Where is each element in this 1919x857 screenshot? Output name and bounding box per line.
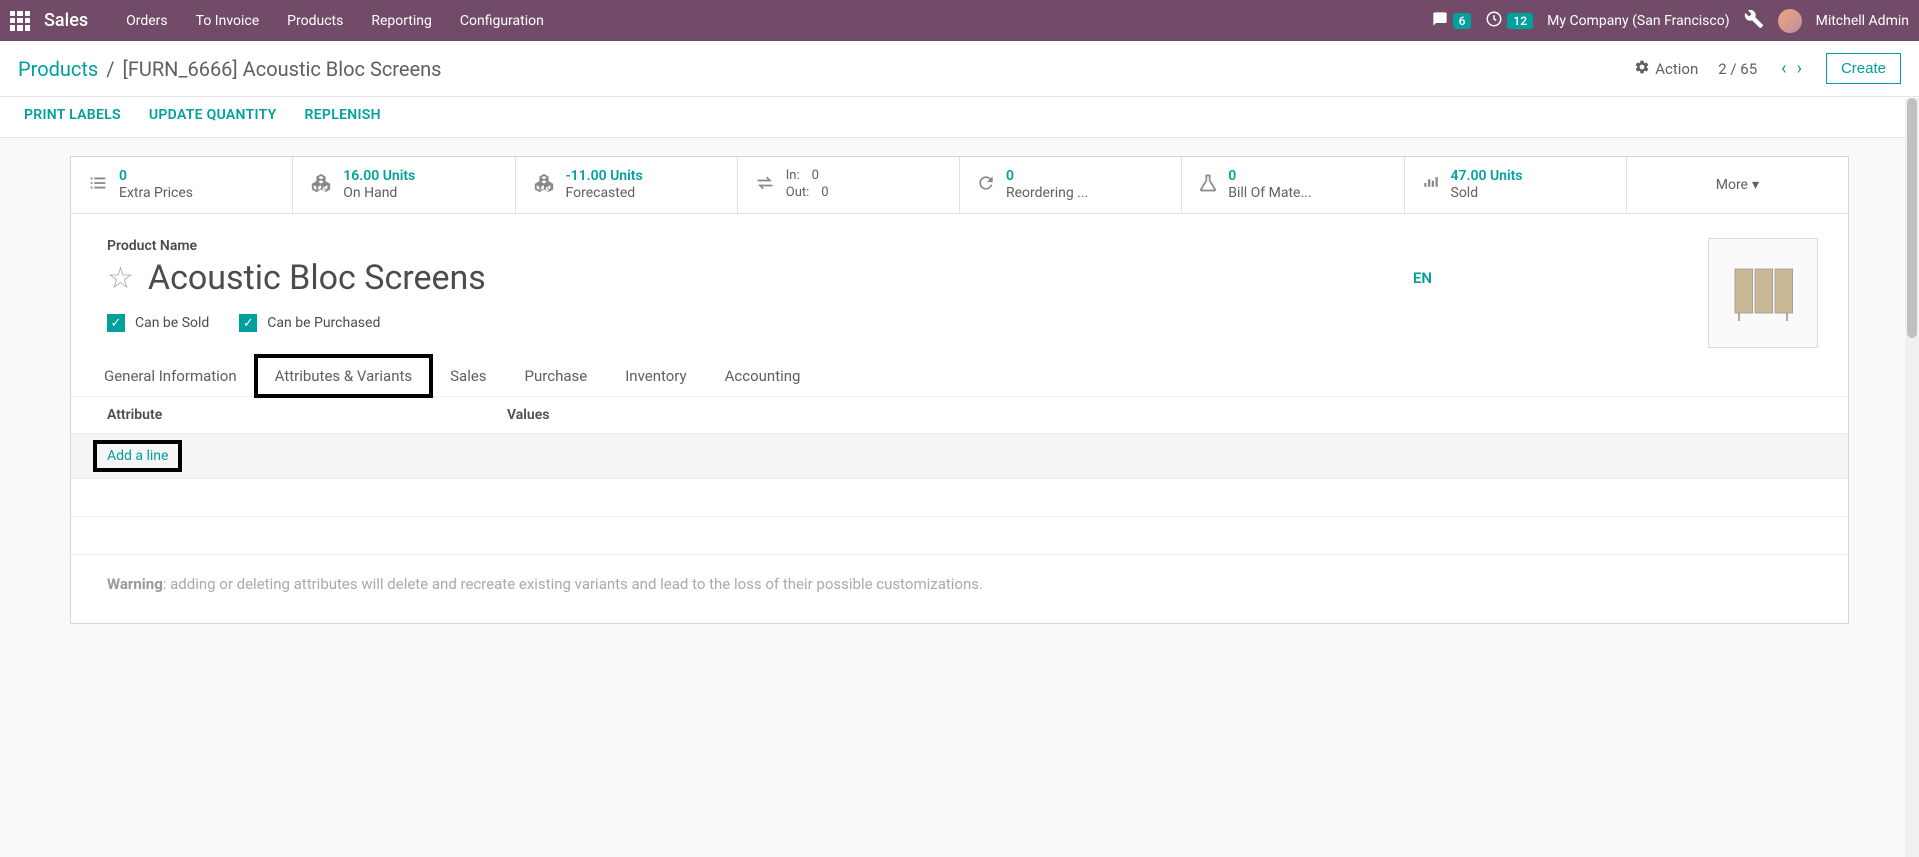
- actions-row: PRINT LABELS UPDATE QUANTITY REPLENISH: [0, 97, 1919, 138]
- variants-table: Attribute Values Add a line: [71, 396, 1848, 555]
- product-image[interactable]: [1708, 238, 1818, 348]
- chart-icon: [1421, 173, 1441, 197]
- product-name[interactable]: Acoustic Bloc Screens: [148, 258, 486, 298]
- tab-purchase[interactable]: Purchase: [506, 356, 607, 396]
- col-values: Values: [507, 407, 549, 423]
- refresh-icon: [976, 173, 996, 198]
- favorite-star[interactable]: ☆: [107, 261, 134, 296]
- cubes-icon: [309, 172, 333, 199]
- col-attribute: Attribute: [107, 407, 507, 423]
- stat-buttons: 0Extra Prices 16.00 UnitsOn Hand -11.00 …: [71, 157, 1848, 214]
- stat-in-out[interactable]: In:0 Out:0: [738, 157, 960, 213]
- tab-inventory[interactable]: Inventory: [606, 356, 705, 396]
- form-sheet: 0Extra Prices 16.00 UnitsOn Hand -11.00 …: [70, 156, 1849, 624]
- tab-attributes-variants[interactable]: Attributes & Variants: [256, 356, 431, 396]
- warning-text: Warning: adding or deleting attributes w…: [71, 555, 1848, 623]
- stat-on-hand[interactable]: 16.00 UnitsOn Hand: [293, 157, 515, 213]
- debug-icon[interactable]: [1744, 9, 1764, 33]
- list-icon: [87, 172, 109, 199]
- flask-icon: [1198, 172, 1218, 199]
- user-avatar[interactable]: [1778, 9, 1802, 33]
- replenish-action[interactable]: REPLENISH: [305, 107, 381, 123]
- can-be-sold-checkbox[interactable]: ✓ Can be Sold: [107, 314, 209, 332]
- action-dropdown[interactable]: Action: [1634, 59, 1698, 79]
- stat-reordering[interactable]: 0Reordering ...: [960, 157, 1182, 213]
- check-icon: ✓: [239, 314, 257, 332]
- app-brand[interactable]: Sales: [44, 10, 88, 31]
- table-row: [71, 517, 1848, 555]
- breadcrumb-root[interactable]: Products: [18, 57, 98, 81]
- tab-accounting[interactable]: Accounting: [706, 356, 820, 396]
- top-navbar: Sales Orders To Invoice Products Reporti…: [0, 0, 1919, 41]
- nav-reporting[interactable]: Reporting: [357, 13, 446, 29]
- check-icon: ✓: [107, 314, 125, 332]
- pager-next[interactable]: ›: [1793, 58, 1806, 79]
- table-row: Add a line: [71, 434, 1848, 479]
- nav-products[interactable]: Products: [273, 13, 357, 29]
- chat-badge: 6: [1453, 13, 1472, 29]
- transfer-icon: [754, 173, 776, 198]
- add-a-line[interactable]: Add a line: [97, 444, 178, 468]
- can-be-purchased-checkbox[interactable]: ✓ Can be Purchased: [239, 314, 380, 332]
- update-quantity-action[interactable]: UPDATE QUANTITY: [149, 107, 277, 123]
- breadcrumb-current: [FURN_6666] Acoustic Bloc Screens: [123, 57, 442, 81]
- scrollbar[interactable]: [1905, 98, 1919, 857]
- stat-sold[interactable]: 47.00 UnitsSold: [1405, 157, 1627, 213]
- breadcrumb: Products / [FURN_6666] Acoustic Bloc Scr…: [18, 57, 441, 81]
- stat-more[interactable]: More ▾: [1627, 157, 1848, 213]
- caret-down-icon: ▾: [1752, 177, 1759, 193]
- stat-extra-prices[interactable]: 0Extra Prices: [71, 157, 293, 213]
- product-name-label: Product Name: [107, 238, 1812, 254]
- pager-prev[interactable]: ‹: [1777, 58, 1790, 79]
- nav-orders[interactable]: Orders: [112, 13, 182, 29]
- user-menu[interactable]: Mitchell Admin: [1816, 13, 1909, 29]
- language-badge[interactable]: EN: [1413, 269, 1432, 287]
- nav-configuration[interactable]: Configuration: [446, 13, 558, 29]
- nav-to-invoice[interactable]: To Invoice: [182, 13, 274, 29]
- create-button[interactable]: Create: [1826, 53, 1901, 84]
- pager-count[interactable]: 2 / 65: [1718, 60, 1757, 78]
- chat-icon: [1431, 11, 1449, 31]
- clock-badge: 12: [1507, 13, 1533, 29]
- clock-icon: [1485, 10, 1503, 32]
- header-row: Products / [FURN_6666] Acoustic Bloc Scr…: [0, 41, 1919, 97]
- cubes-icon: [532, 172, 556, 199]
- table-row: [71, 479, 1848, 517]
- activities-indicator[interactable]: 12: [1485, 10, 1533, 32]
- messaging-indicator[interactable]: 6: [1431, 11, 1472, 31]
- tabs: General Information Attributes & Variant…: [71, 342, 1848, 396]
- company-switcher[interactable]: My Company (San Francisco): [1547, 13, 1729, 29]
- stat-forecasted[interactable]: -11.00 UnitsForecasted: [516, 157, 738, 213]
- tab-general-information[interactable]: General Information: [85, 356, 256, 396]
- apps-icon[interactable]: [10, 11, 30, 31]
- tab-sales[interactable]: Sales: [431, 356, 505, 396]
- print-labels-action[interactable]: PRINT LABELS: [24, 107, 121, 123]
- stat-bom[interactable]: 0Bill Of Mate...: [1182, 157, 1404, 213]
- gear-icon: [1634, 59, 1650, 79]
